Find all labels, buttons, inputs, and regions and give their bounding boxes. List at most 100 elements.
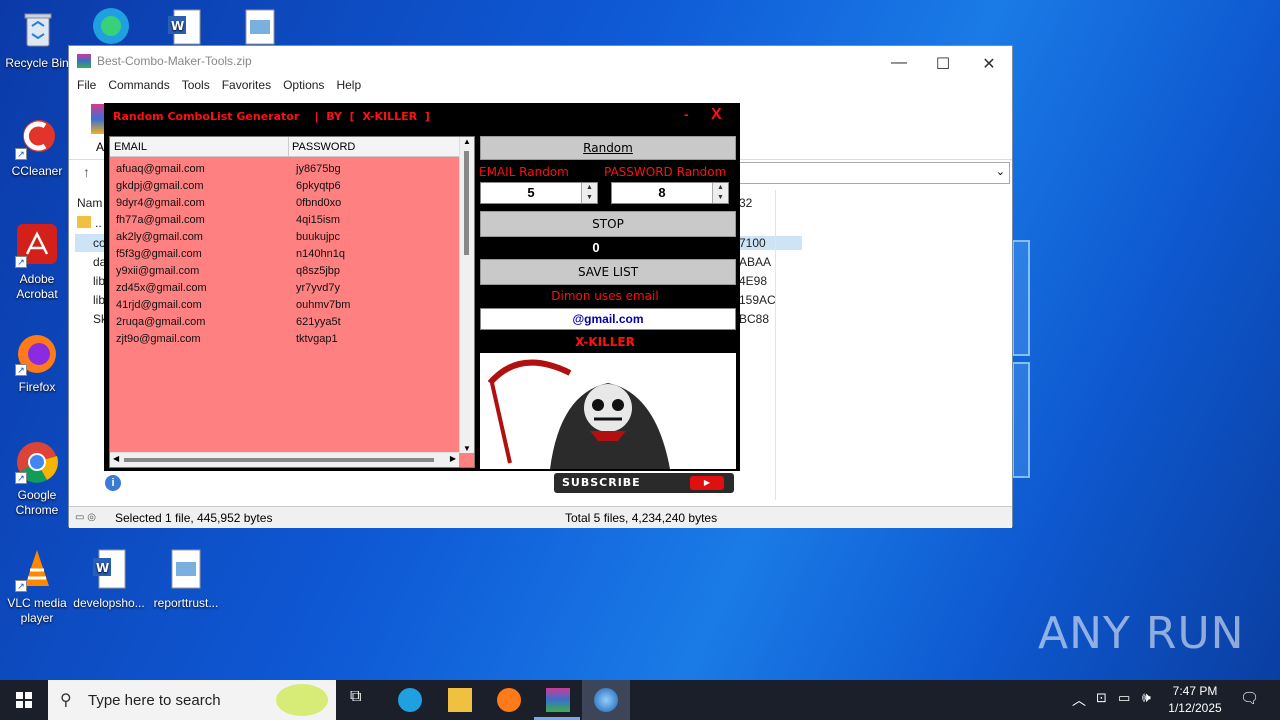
menu-file[interactable]: File: [73, 76, 104, 96]
password-random-stepper[interactable]: 8 ▲ ▼: [611, 182, 729, 204]
combo-row[interactable]: y9xii@gmail.com q8sz5jbp: [110, 263, 459, 280]
combo-row[interactable]: gkdpj@gmail.com 6pkyqtp6: [110, 178, 459, 195]
clock-time[interactable]: 7:47 PM: [1168, 684, 1222, 698]
hscroll-thumb[interactable]: [124, 458, 434, 462]
menu-commands[interactable]: Commands: [104, 76, 177, 96]
combo-password: ouhmv7bm: [296, 299, 351, 311]
subscribe-banner[interactable]: SUBSCRIBE ▶: [554, 473, 734, 493]
firefox-icon: ↗: [15, 332, 59, 376]
desktop-icon-developsho[interactable]: W developsho...: [73, 548, 145, 611]
desktop-icon-vlc[interactable]: ↗ VLC media player: [1, 548, 73, 626]
file-row-up[interactable]: ..: [95, 216, 102, 230]
chrome-icon: ↗: [15, 440, 59, 484]
combo-password: 6pkyqtp6: [296, 180, 341, 192]
stepper-arrows-icon[interactable]: ▲ ▼: [581, 183, 597, 203]
menu-tools[interactable]: Tools: [178, 76, 218, 96]
combo-email: 41rjd@gmail.com: [116, 299, 202, 311]
scroll-left-icon[interactable]: ◀: [113, 454, 119, 463]
random-button[interactable]: Random: [480, 136, 736, 160]
scroll-down-icon[interactable]: ▼: [460, 444, 474, 453]
subscribe-label: SUBSCRIBE: [562, 476, 641, 489]
minimize-button[interactable]: —: [889, 54, 909, 72]
desktop-icon-label: Recycle Bin: [5, 56, 69, 70]
counter: 0: [592, 240, 600, 255]
email-random-stepper[interactable]: 5 ▲ ▼: [480, 182, 598, 204]
email-random-label: EMAIL Random: [479, 165, 569, 179]
horizontal-scrollbar[interactable]: ◀ ▶: [110, 452, 459, 467]
column-email-header[interactable]: EMAIL: [114, 141, 147, 153]
column-password-header[interactable]: PASSWORD: [292, 141, 355, 153]
combo-row[interactable]: afuaq@gmail.com jy8675bg: [110, 161, 459, 178]
search-placeholder: Type here to search: [88, 692, 221, 709]
notification-icon[interactable]: 🗨: [1240, 689, 1259, 707]
firefox-taskbar-icon[interactable]: [497, 688, 521, 712]
combo-row[interactable]: zjt9o@gmail.com tktvgap1: [110, 331, 459, 348]
winrar-titlebar[interactable]: Best-Combo-Maker-Tools.zip — ☐ ✕: [69, 46, 1012, 76]
app-minimize-button[interactable]: -: [684, 106, 689, 122]
combo-password: 4qi15ism: [296, 214, 341, 226]
tray-network-icon[interactable]: ⊡: [1096, 690, 1107, 706]
combo-app-taskbar-icon[interactable]: [594, 688, 618, 712]
clock-date[interactable]: 1/12/2025: [1166, 701, 1224, 715]
combo-password: tktvgap1: [296, 333, 338, 345]
tray-chevron-icon[interactable]: ︿: [1072, 690, 1086, 710]
combo-row[interactable]: ak2ly@gmail.com buukujpc: [110, 229, 459, 246]
winrar-menubar: File Commands Tools Favorites Options He…: [69, 76, 1012, 96]
combo-email: 9dyr4@gmail.com: [116, 197, 205, 209]
combo-list[interactable]: EMAIL PASSWORD afuaq@gmail.com jy8675bg gk…: [109, 136, 475, 468]
task-view-icon[interactable]: ⧉: [350, 688, 374, 712]
save-list-button[interactable]: SAVE LIST: [480, 259, 736, 285]
column-divider: [775, 190, 776, 500]
desktop-icon-label: Adobe Acrobat: [16, 272, 58, 301]
maximize-button[interactable]: ☐: [933, 54, 953, 74]
combo-row[interactable]: zd45x@gmail.com yr7yvd7y: [110, 280, 459, 297]
stepper-arrows-icon[interactable]: ▲ ▼: [712, 183, 728, 203]
desktop-icon-adobe-acrobat[interactable]: ↗ Adobe Acrobat: [1, 224, 73, 302]
desktop-icon-google-chrome[interactable]: ↗ Google Chrome: [1, 440, 73, 518]
word-document-icon: W: [87, 548, 131, 592]
desktop-icon-recycle-bin[interactable]: Recycle Bin: [1, 8, 73, 71]
scroll-up-icon[interactable]: ▲: [460, 137, 474, 146]
stop-button[interactable]: STOP: [480, 211, 736, 237]
domain-field[interactable]: @gmail.com: [480, 308, 736, 330]
combo-email: afuaq@gmail.com: [116, 163, 205, 175]
taskbar-search-box[interactable]: ⚲ Type here to search: [48, 680, 336, 720]
desktop-icon-ccleaner[interactable]: ↗ CCleaner: [1, 116, 73, 179]
word-document-icon: W: [162, 6, 206, 50]
crc-value-selected: 7100: [739, 236, 802, 250]
scroll-right-icon[interactable]: ▶: [450, 454, 456, 463]
app-close-button[interactable]: X: [711, 106, 722, 124]
start-windows-icon[interactable]: [16, 692, 32, 708]
desktop-icon-reporttrust[interactable]: reporttrust...: [150, 548, 222, 611]
up-folder-icon[interactable]: ↑: [83, 164, 90, 180]
close-button[interactable]: ✕: [979, 54, 999, 74]
tray-volume-icon[interactable]: 🕪: [1142, 689, 1151, 706]
scroll-thumb[interactable]: [464, 151, 469, 255]
combo-row[interactable]: 41rjd@gmail.com ouhmv7bm: [110, 297, 459, 314]
adobe-acrobat-icon: ↗: [15, 224, 59, 268]
edge-taskbar-icon[interactable]: [398, 688, 422, 712]
desktop-icon-firefox[interactable]: ↗ Firefox: [1, 332, 73, 395]
combo-email: y9xii@gmail.com: [116, 265, 200, 277]
combo-row[interactable]: 9dyr4@gmail.com 0fbnd0xo: [110, 195, 459, 212]
menu-help[interactable]: Help: [332, 76, 369, 96]
domain-label: Dimon uses email: [551, 289, 659, 303]
combo-generator-window[interactable]: Random ComboList Generator | BY [ X-KILL…: [104, 103, 740, 471]
column-name-header[interactable]: Nam: [77, 196, 102, 210]
status-selected: Selected 1 file, 445,952 bytes: [115, 510, 273, 525]
tray-display-icon[interactable]: ▭: [1118, 690, 1130, 706]
combo-row[interactable]: fh77a@gmail.com 4qi15ism: [110, 212, 459, 229]
chevron-down-icon[interactable]: ⌄: [996, 165, 1005, 178]
combo-row[interactable]: 2ruqa@gmail.com 621yya5t: [110, 314, 459, 331]
winrar-statusbar: ▭ ◎ Selected 1 file, 445,952 bytes Total…: [69, 506, 1012, 528]
file-explorer-icon[interactable]: [448, 688, 472, 712]
winrar-taskbar-icon[interactable]: [546, 688, 570, 712]
vertical-scrollbar[interactable]: ▲ ▼: [459, 137, 474, 453]
menu-favorites[interactable]: Favorites: [218, 76, 279, 96]
ccleaner-icon: ↗: [15, 116, 59, 160]
combo-list-header: EMAIL PASSWORD: [110, 137, 459, 157]
combo-email: zd45x@gmail.com: [116, 282, 207, 294]
combo-password: 621yya5t: [296, 316, 341, 328]
combo-row[interactable]: f5f3g@gmail.com n140hn1q: [110, 246, 459, 263]
menu-options[interactable]: Options: [279, 76, 332, 96]
